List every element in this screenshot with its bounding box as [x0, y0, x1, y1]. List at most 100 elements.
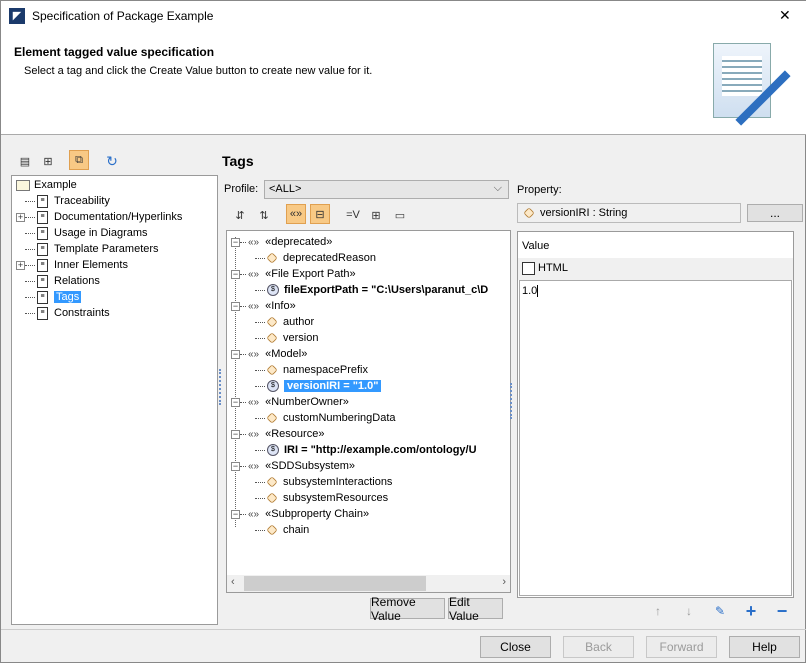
- left-splitter[interactable]: [219, 369, 221, 405]
- window-title: Specification of Package Example: [32, 9, 214, 23]
- browse-button[interactable]: ...: [747, 204, 803, 222]
- tree-item-documentation-hyperlinks[interactable]: + ≡ Documentation/Hyperlinks: [16, 209, 182, 225]
- tree-item-tags[interactable]: ≡ Tags: [16, 289, 82, 305]
- tree-view-icon[interactable]: ⊞: [38, 151, 58, 171]
- property-label: Property:: [517, 184, 562, 196]
- add-icon[interactable]: +: [741, 601, 761, 621]
- forward-button[interactable]: Forward: [646, 636, 717, 658]
- tag-label: fileExportPath = "C:\Users\paranut_c\D: [284, 284, 489, 296]
- tag-node[interactable]: $ versionIRI = "1.0": [255, 378, 382, 394]
- back-button[interactable]: Back: [563, 636, 634, 658]
- collapse-icon[interactable]: −: [231, 429, 240, 439]
- profile-combo[interactable]: <ALL> ⌵: [264, 180, 509, 199]
- scroll-left-icon[interactable]: ‹: [231, 576, 235, 588]
- expand-icon[interactable]: +: [16, 260, 25, 270]
- value-header: Value: [522, 240, 550, 252]
- collapse-all-icon[interactable]: ⇅: [254, 205, 274, 225]
- collapse-icon[interactable]: −: [231, 269, 240, 279]
- tag-node[interactable]: namespacePrefix: [255, 362, 368, 378]
- remove-value-button[interactable]: Remove Value: [370, 595, 445, 623]
- collapse-icon[interactable]: −: [231, 349, 240, 359]
- tag-node[interactable]: author: [255, 314, 314, 330]
- tree-item-inner-elements[interactable]: + ≡ Inner Elements: [16, 257, 128, 273]
- collapse-icon[interactable]: −: [231, 237, 240, 247]
- tree-item-usage-in-diagrams[interactable]: ≡ Usage in Diagrams: [16, 225, 148, 241]
- tag-label: subsystemInteractions: [283, 476, 393, 488]
- close-button[interactable]: Close: [480, 636, 551, 658]
- tree-root-label: Example: [34, 179, 77, 191]
- expand-icon[interactable]: +: [16, 212, 25, 222]
- tag-node[interactable]: subsystemResources: [255, 490, 388, 506]
- stereotype-node[interactable]: − «» «Info»: [231, 298, 296, 314]
- stereotype-node[interactable]: − «» «NumberOwner»: [231, 394, 349, 410]
- value-textarea[interactable]: 1.0: [519, 280, 792, 596]
- collapse-icon[interactable]: −: [231, 301, 240, 311]
- scrollbar-thumb[interactable]: [244, 576, 426, 591]
- tree-item-constraints[interactable]: ≡ Constraints: [16, 305, 110, 321]
- stereotype-label: «Subproperty Chain»: [265, 508, 370, 520]
- stereotype-label: «SDDSubsystem»: [265, 460, 355, 472]
- move-down-icon[interactable]: ↓: [679, 601, 699, 621]
- group-by-profile-icon[interactable]: ⊟: [310, 204, 330, 224]
- compact-view-icon[interactable]: ▭: [390, 205, 410, 225]
- html-checkbox[interactable]: [522, 262, 535, 275]
- property-value: versionIRI : String: [540, 207, 628, 219]
- stereotype-label: «deprecated»: [265, 236, 333, 248]
- collapse-icon[interactable]: −: [231, 509, 240, 519]
- stereotype-node[interactable]: − «» «Model»: [231, 346, 307, 362]
- tag-label: customNumberingData: [283, 412, 396, 424]
- stereotype-icon: «»: [248, 301, 260, 312]
- tree-item-relations[interactable]: ≡ Relations: [16, 273, 100, 289]
- page-icon: ≡: [37, 210, 48, 224]
- stereotype-node[interactable]: − «» «Resource»: [231, 426, 324, 442]
- tag-node[interactable]: version: [255, 330, 318, 346]
- refresh-icon[interactable]: ↻: [102, 151, 122, 171]
- collapse-icon[interactable]: −: [231, 461, 240, 471]
- tree-root[interactable]: Example: [16, 177, 77, 193]
- close-icon[interactable]: ✕: [779, 7, 791, 24]
- edit-icon[interactable]: ✎: [710, 601, 730, 621]
- show-values-only-icon[interactable]: =V: [343, 205, 363, 225]
- move-up-icon[interactable]: ↑: [648, 601, 668, 621]
- stereotype-node[interactable]: − «» «Subproperty Chain»: [231, 506, 369, 522]
- collapse-icon[interactable]: −: [231, 397, 240, 407]
- right-splitter[interactable]: [510, 383, 512, 419]
- tag-node[interactable]: $ fileExportPath = "C:\Users\paranut_c\D: [255, 282, 488, 298]
- scroll-right-icon[interactable]: ›: [502, 576, 506, 588]
- show-all-icon[interactable]: ⧉: [69, 150, 89, 170]
- stereotype-node[interactable]: − «» «deprecated»: [231, 234, 332, 250]
- page-icon: ≡: [37, 194, 48, 208]
- stereotype-icon: «»: [248, 269, 260, 280]
- tag-node[interactable]: deprecatedReason: [255, 250, 376, 266]
- tag-node[interactable]: chain: [255, 522, 309, 538]
- tag-definition-icon: [266, 476, 278, 488]
- help-button[interactable]: Help: [729, 636, 800, 658]
- tree-item-template-parameters[interactable]: ≡ Template Parameters: [16, 241, 159, 257]
- tag-node[interactable]: customNumberingData: [255, 410, 396, 426]
- page-icon: ≡: [37, 242, 48, 256]
- tag-node[interactable]: subsystemInteractions: [255, 474, 392, 490]
- stereotype-node[interactable]: − «» «SDDSubsystem»: [231, 458, 355, 474]
- tags-tree[interactable]: − «» «deprecated» deprecatedReason − «» «File …: [226, 230, 511, 593]
- expand-all-icon[interactable]: ⇵: [230, 205, 250, 225]
- edit-value-button[interactable]: Edit Value: [448, 595, 503, 623]
- remove-icon[interactable]: −: [772, 601, 792, 621]
- tag-label: version: [283, 332, 319, 344]
- title-bar: ◤ Specification of Package Example ✕: [1, 1, 806, 33]
- tag-value-icon: $: [267, 444, 279, 457]
- footer-divider: [1, 629, 806, 630]
- grid-view-icon[interactable]: ⊞: [366, 205, 386, 225]
- horizontal-scrollbar[interactable]: ‹ ›: [227, 575, 510, 592]
- tree-item-label: Traceability: [54, 195, 110, 207]
- tag-node[interactable]: $ IRI = "http://example.com/ontology/U: [255, 442, 477, 458]
- tree-item-traceability[interactable]: ≡ Traceability: [16, 193, 110, 209]
- header-title: Element tagged value specification: [14, 45, 215, 59]
- tag-definition-icon: [266, 524, 278, 536]
- tree-item-label: Constraints: [54, 307, 110, 319]
- category-tree[interactable]: Example ≡ Traceability + ≡ Documentation/Hyp…: [11, 175, 218, 625]
- table-view-icon[interactable]: ▤: [15, 151, 35, 171]
- stereotype-node[interactable]: − «» «File Export Path»: [231, 266, 356, 282]
- tag-value-icon: $: [267, 380, 279, 393]
- stereotype-label: «Info»: [265, 300, 296, 312]
- show-stereotypes-icon[interactable]: «»: [286, 204, 306, 224]
